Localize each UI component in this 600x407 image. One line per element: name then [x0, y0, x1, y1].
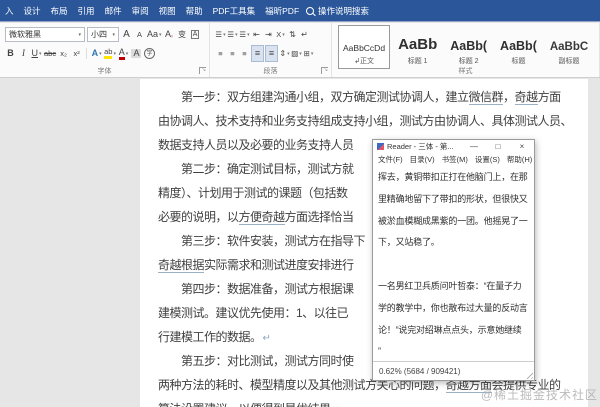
style-chip[interactable]: AaBb 标题 1: [393, 25, 442, 69]
grow-font-icon[interactable]: A: [121, 27, 132, 42]
distribute-icon[interactable]: ≡: [265, 45, 278, 62]
paragraph-group-label: 段落: [263, 68, 278, 75]
ribbon-tab[interactable]: PDF工具集: [208, 5, 261, 17]
reader-line: 里精确地留下了带扣的形状，但很快又: [378, 193, 528, 204]
multilevel-list-icon[interactable]: ☰: [239, 27, 250, 42]
align-center-icon[interactable]: ≡: [227, 46, 238, 61]
decrease-indent-icon[interactable]: ⇤: [251, 27, 262, 42]
reader-statusbar: 0.62% (5684 / 909421): [373, 361, 534, 380]
reader-line: ”: [378, 346, 381, 357]
paragraph-mark: ↵: [262, 333, 271, 344]
highlight-color-icon[interactable]: ab: [104, 46, 116, 61]
ribbon-tab[interactable]: 布局: [46, 5, 73, 17]
strikethrough-icon[interactable]: abc: [44, 46, 56, 61]
align-right-icon[interactable]: ≡: [239, 46, 250, 61]
reader-content[interactable]: 挥去，黄铜带扣正打在他脑门上，在那 里精确地留下了带扣的形状，但很快又 被淤血模糊成…: [373, 165, 534, 361]
shading-icon[interactable]: ▨: [291, 46, 302, 61]
reader-app-icon: [377, 143, 384, 150]
search-icon: [306, 7, 314, 15]
reader-line: 一名男红卫兵质问叶哲泰：“在量子力: [378, 280, 522, 291]
bullets-icon[interactable]: ☰: [215, 27, 226, 42]
document-line[interactable]: 第一步：双方组建沟通小组，双方确定测试协调人，建立微信群，奇越方面: [158, 85, 576, 109]
numbering-icon[interactable]: ☰: [227, 27, 238, 42]
ribbon-tab[interactable]: 入: [0, 5, 19, 17]
minimize-button[interactable]: —: [462, 140, 486, 153]
ribbon-tab[interactable]: 邮件: [100, 5, 127, 17]
ribbon-tab[interactable]: 设计: [19, 5, 46, 17]
reader-menu-item[interactable]: 书签(M): [442, 154, 468, 165]
reader-window: Reader - 三体 - 第... — □ × 文件(F) 目录(V) 书签(M) 设置…: [372, 139, 535, 381]
show-marks-icon[interactable]: ↵: [299, 27, 310, 42]
resize-grip-icon[interactable]: [524, 370, 533, 379]
reader-menu-item[interactable]: 设置(S): [475, 154, 500, 165]
ribbon-tab[interactable]: 视图: [154, 5, 181, 17]
reader-menu-item[interactable]: 目录(V): [410, 154, 435, 165]
word-window: 入设计布局引用邮件审阅视图帮助PDF工具集福昕PDF 操作说明搜索 微软雅黑 小…: [0, 0, 600, 407]
phonetic-guide-icon[interactable]: 变: [177, 27, 188, 42]
style-chip[interactable]: AaBb( 标题: [495, 25, 542, 69]
style-chip[interactable]: AaBbCcDd ↲正文: [338, 25, 391, 69]
enclose-characters-icon[interactable]: 字: [143, 46, 155, 61]
text-effects-icon[interactable]: A: [91, 46, 102, 61]
maximize-button[interactable]: □: [486, 140, 510, 153]
reader-line: 论！”说完对绍琳点点头，示意她继续: [378, 324, 522, 335]
ribbon: 微软雅黑 小四 AAAaA变A BIUabcx₂x² AabAA字 字体: [0, 23, 600, 78]
borders-icon[interactable]: ⊞: [303, 46, 314, 61]
reader-menu-item[interactable]: 文件(F): [378, 154, 403, 165]
ribbon-tab[interactable]: 福昕PDF: [260, 5, 304, 17]
paragraph-dialog-launcher[interactable]: [321, 67, 328, 74]
font-group: 微软雅黑 小四 AAAaA变A BIUabcx₂x² AabAA字 字体: [0, 23, 210, 77]
paragraph-group: ☰☰☰⇤⇥X⇅↵ ≡≡≡≡≡⇕▨⊞ 段落: [210, 23, 332, 77]
line-spacing-icon[interactable]: ⇕: [279, 46, 290, 61]
reader-line: 下，又站稳了。: [378, 237, 440, 248]
tell-me-search[interactable]: 操作说明搜索: [306, 0, 369, 22]
font-size-combo[interactable]: 小四: [87, 27, 119, 42]
reader-progress: 0.62% (5684 / 909421): [379, 366, 461, 376]
italic-icon[interactable]: I: [18, 46, 29, 61]
font-group-label: 字体: [97, 68, 112, 75]
justify-icon[interactable]: ≡: [251, 45, 264, 62]
search-label: 操作说明搜索: [318, 6, 370, 16]
style-chip[interactable]: AaBbCcDd 不明显强调: [596, 25, 599, 69]
font-name-combo[interactable]: 微软雅黑: [5, 27, 85, 42]
divider: [86, 48, 88, 59]
styles-group-label: 样式: [458, 68, 473, 75]
document-canvas: 第一步：双方组建沟通小组，双方确定测试协调人，建立微信群，奇越方面 由协调人、技…: [0, 79, 600, 407]
reader-menu-item[interactable]: 帮助(H): [507, 154, 532, 165]
style-gallery: AaBbCcDd ↲正文 AaBb 标题 1 AaBb( 标题 2 AaBb(…: [338, 25, 599, 69]
reader-line: 被淤血模糊成黑紫的一团。他摇晃了一: [378, 215, 528, 226]
font-color-icon[interactable]: A: [118, 46, 129, 61]
font-dialog-launcher[interactable]: [199, 67, 206, 74]
watermark: @稀土掘金技术社区: [480, 388, 598, 402]
reader-menubar: 文件(F) 目录(V) 书签(M) 设置(S) 帮助(H): [373, 153, 534, 165]
ribbon-tab[interactable]: 帮助: [181, 5, 208, 17]
ribbon-tab[interactable]: 引用: [73, 5, 100, 17]
document-line[interactable]: 由协调人、技术支持和业务支持组成支持小组，测试方由协调人、具体测试人员、: [158, 109, 576, 133]
change-case-icon[interactable]: Aa: [147, 27, 162, 42]
reader-titlebar[interactable]: Reader - 三体 - 第... — □ ×: [373, 140, 534, 153]
reader-window-controls: — □ ×: [462, 140, 534, 153]
style-chip[interactable]: AaBb( 标题 2: [445, 25, 492, 69]
styles-group: AaBbCcDd ↲正文 AaBb 标题 1 AaBb( 标题 2 AaBb(…: [332, 23, 600, 77]
bold-icon[interactable]: B: [5, 46, 16, 61]
shrink-font-icon[interactable]: A: [134, 27, 145, 42]
superscript-icon[interactable]: x²: [71, 46, 82, 61]
increase-indent-icon[interactable]: ⇥: [263, 27, 274, 42]
subscript-icon[interactable]: x₂: [58, 46, 69, 61]
reader-title: Reader - 三体 - 第...: [387, 142, 454, 151]
reader-line: 学的教学中，你也散布过大量的反动言: [378, 302, 528, 313]
ribbon-tab[interactable]: 审阅: [127, 5, 154, 17]
align-left-icon[interactable]: ≡: [215, 46, 226, 61]
reader-line: [378, 254, 529, 276]
underline-icon[interactable]: U: [31, 46, 42, 61]
close-button[interactable]: ×: [510, 140, 534, 153]
reader-line: 挥去，黄铜带扣正打在他脑门上，在那: [378, 172, 528, 182]
character-shading-icon[interactable]: A: [131, 46, 142, 61]
sort-icon[interactable]: ⇅: [287, 27, 298, 42]
asian-layout-icon[interactable]: X: [275, 27, 286, 42]
clear-formatting-icon[interactable]: A: [164, 27, 175, 42]
style-chip[interactable]: AaBbC 副标题: [545, 25, 593, 69]
character-border-icon[interactable]: A: [190, 27, 201, 42]
ribbon-tabbar: 入设计 布局 引用 邮件 审阅 视图 帮助 PDF工具集 福昕PDF: [0, 0, 600, 22]
